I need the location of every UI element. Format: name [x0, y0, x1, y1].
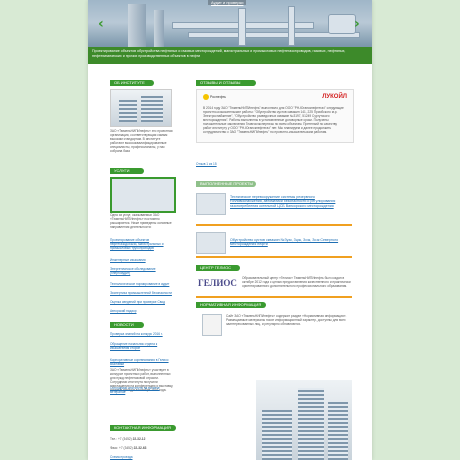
reviews-more-link[interactable]: Отзыв 1 из 15 — [196, 162, 246, 166]
hero-banner: Аудит и проверки Проектирование объектов… — [88, 0, 372, 64]
page: Аудит и проверки Проектирование объектов… — [88, 0, 372, 460]
about-building-photo — [110, 89, 172, 127]
about-heading: ОБ ИНСТИТУТЕ — [110, 80, 154, 86]
divider — [196, 224, 352, 226]
fax-number: 22-32-63 — [133, 446, 147, 450]
rosneft-logo-text: Роснефть — [209, 94, 226, 99]
project-thumbnail[interactable] — [196, 232, 226, 254]
normative-heading: НОРМАТИВНАЯ ИНФОРМАЦИЯ — [196, 302, 266, 308]
project-item[interactable]: Обустройство кустов скважин №Зузк, Зцзк,… — [196, 232, 352, 254]
news-link-0[interactable]: Проверка знаний на конкурс 2016 г. — [110, 332, 174, 336]
services-image[interactable] — [110, 177, 176, 213]
service-link-5[interactable]: Оценка сведений при проверке Свод — [110, 300, 174, 304]
building-windows — [328, 402, 348, 460]
building-windows — [298, 388, 324, 460]
project-link[interactable]: Обустройство кустов скважин №Зузк, Зцзк,… — [230, 238, 348, 247]
building-windows — [262, 410, 292, 460]
partners-text: Образовательный центр «Гелиос» ТюменьНИП… — [242, 276, 351, 288]
hero-caption: Проектирование объектов обустройства неф… — [88, 47, 372, 64]
services-more-link[interactable]: Авторский надзор — [110, 309, 174, 313]
tower-image — [128, 4, 146, 48]
phone-number: 22-32-12 — [132, 437, 146, 441]
services-heading: УСЛУГИ — [110, 168, 144, 174]
news-heading: НОВОСТИ — [110, 322, 144, 328]
phone-label: Тел.: +7 (3452) — [110, 437, 132, 441]
pipe-image — [238, 8, 246, 46]
news-link-3[interactable]: Сотрудники института на встрече ветерано… — [110, 386, 174, 394]
about-text: ЗАО «ТюменьНИПИнефть» это проектная орга… — [110, 129, 173, 153]
hero-top-link[interactable]: Аудит и проверки — [208, 0, 247, 5]
tower-image — [154, 10, 164, 48]
service-link-0[interactable]: Проектирование объектов нефтегазодобычи,… — [110, 238, 174, 250]
project-thumbnail[interactable] — [196, 193, 226, 215]
helios-logo: ГЕЛИОС — [198, 278, 237, 288]
news-link-1[interactable]: Обращение начальник отдела к изыскателям… — [110, 342, 174, 350]
office-building-photo — [256, 380, 352, 460]
fax-label: Факс: +7 (3452) — [110, 446, 133, 450]
normative-text: Сайт ЗАО «ТюменьНИПИнефть» содержит разд… — [226, 314, 347, 326]
divider — [196, 256, 352, 258]
contacts-fax: Факс: +7 (3452) 22-32-63 — [110, 446, 180, 450]
project-item[interactable]: Техническое перевооружение системы резер… — [196, 193, 352, 215]
service-link-2[interactable]: Энергетическое обследование (энергоаудит… — [110, 267, 174, 275]
rosneft-logo-icon — [203, 94, 209, 100]
contacts-heading: КОНТАКТНАЯ ИНФОРМАЦИЯ — [110, 425, 176, 431]
news-link-2[interactable]: Корпоративные соревнования в Гелиос Выст… — [110, 358, 174, 366]
services-intro: Одна из услуг, оказываемых ЗАО «ТюменьНИ… — [110, 213, 172, 229]
normative-doc-image — [202, 314, 222, 336]
project-link[interactable]: Техническое перевооружение системы резер… — [230, 195, 348, 208]
reviews-heading: ОТЗЫВЫ И ОТЗЫВЫ — [196, 80, 256, 86]
building-windows — [119, 100, 137, 122]
tank-image — [328, 14, 356, 34]
service-link-3[interactable]: Технологическое нормирование в аудит — [110, 282, 174, 286]
contacts-phone: Тел.: +7 (3452) 22-32-12 — [110, 437, 180, 441]
slider-prev-arrow[interactable]: ‹ — [98, 16, 104, 32]
divider — [196, 296, 352, 298]
lukoil-logo: ЛУКОЙЛ — [322, 94, 347, 100]
building-windows — [141, 96, 163, 122]
review-text: В 2014 году ЗАО "ТюменьНИПИнефть" выполн… — [203, 106, 344, 134]
rosneft-logo: Роснефть — [203, 94, 233, 104]
projects-heading: ВЫПОЛНЕННЫЕ ПРОЕКТЫ — [196, 181, 256, 187]
service-link-1[interactable]: Инженерные изыскания — [110, 258, 174, 262]
directions-link[interactable]: Схема проезда — [110, 455, 150, 459]
pipe-image — [288, 6, 295, 46]
partners-heading: ЦЕНТР ГЕЛИОС — [196, 265, 240, 271]
slider-next-arrow[interactable]: › — [354, 16, 360, 32]
service-link-4[interactable]: Экспертиза промышленной безопасности — [110, 291, 174, 295]
reviews-box: Роснефть ЛУКОЙЛ В 2014 году ЗАО "ТюменьН… — [196, 89, 354, 143]
